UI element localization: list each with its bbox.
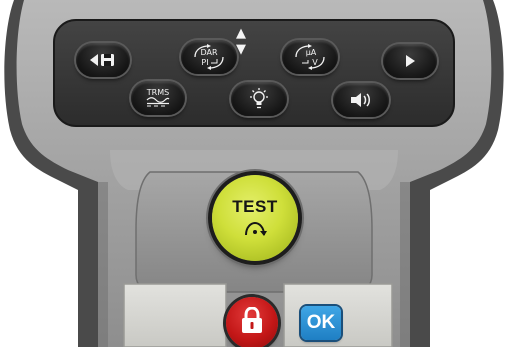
sound-button[interactable]: [333, 83, 389, 117]
trms-label: TRMS: [146, 88, 170, 97]
left-arrow-save-icon: [90, 54, 114, 66]
lock-button[interactable]: [226, 297, 278, 347]
lightbulb-icon: [250, 88, 268, 109]
ua-label: μA: [306, 48, 317, 57]
ok-button[interactable]: OK: [301, 306, 341, 340]
padlock-icon: [242, 307, 262, 333]
dar-pi-button[interactable]: DAR PI: [181, 40, 237, 74]
ua-v-button[interactable]: μA V: [282, 40, 338, 74]
ua-v-icon: μA V: [295, 44, 325, 70]
speaker-icon: [351, 93, 370, 107]
v-label: V: [312, 58, 318, 67]
test-button[interactable]: TEST: [212, 175, 298, 261]
trms-button[interactable]: TRMS: [131, 81, 185, 115]
next-button[interactable]: [383, 44, 437, 78]
pi-label: PI: [201, 58, 208, 67]
dar-pi-icon: DAR PI: [194, 44, 224, 70]
save-back-button[interactable]: [76, 43, 130, 77]
ac-dc-icon: [146, 97, 170, 107]
rotate-arrow-icon: [245, 221, 267, 236]
dar-label: DAR: [200, 48, 217, 57]
up-down-arrows: ▲ ▼: [236, 26, 260, 57]
backlight-button[interactable]: [231, 82, 287, 116]
instrument-front-panel: ▲ ▼ DAR PI μA V TRMS TEST OK: [0, 0, 507, 347]
right-arrow-icon: [406, 55, 415, 67]
test-label: TEST: [232, 197, 278, 216]
